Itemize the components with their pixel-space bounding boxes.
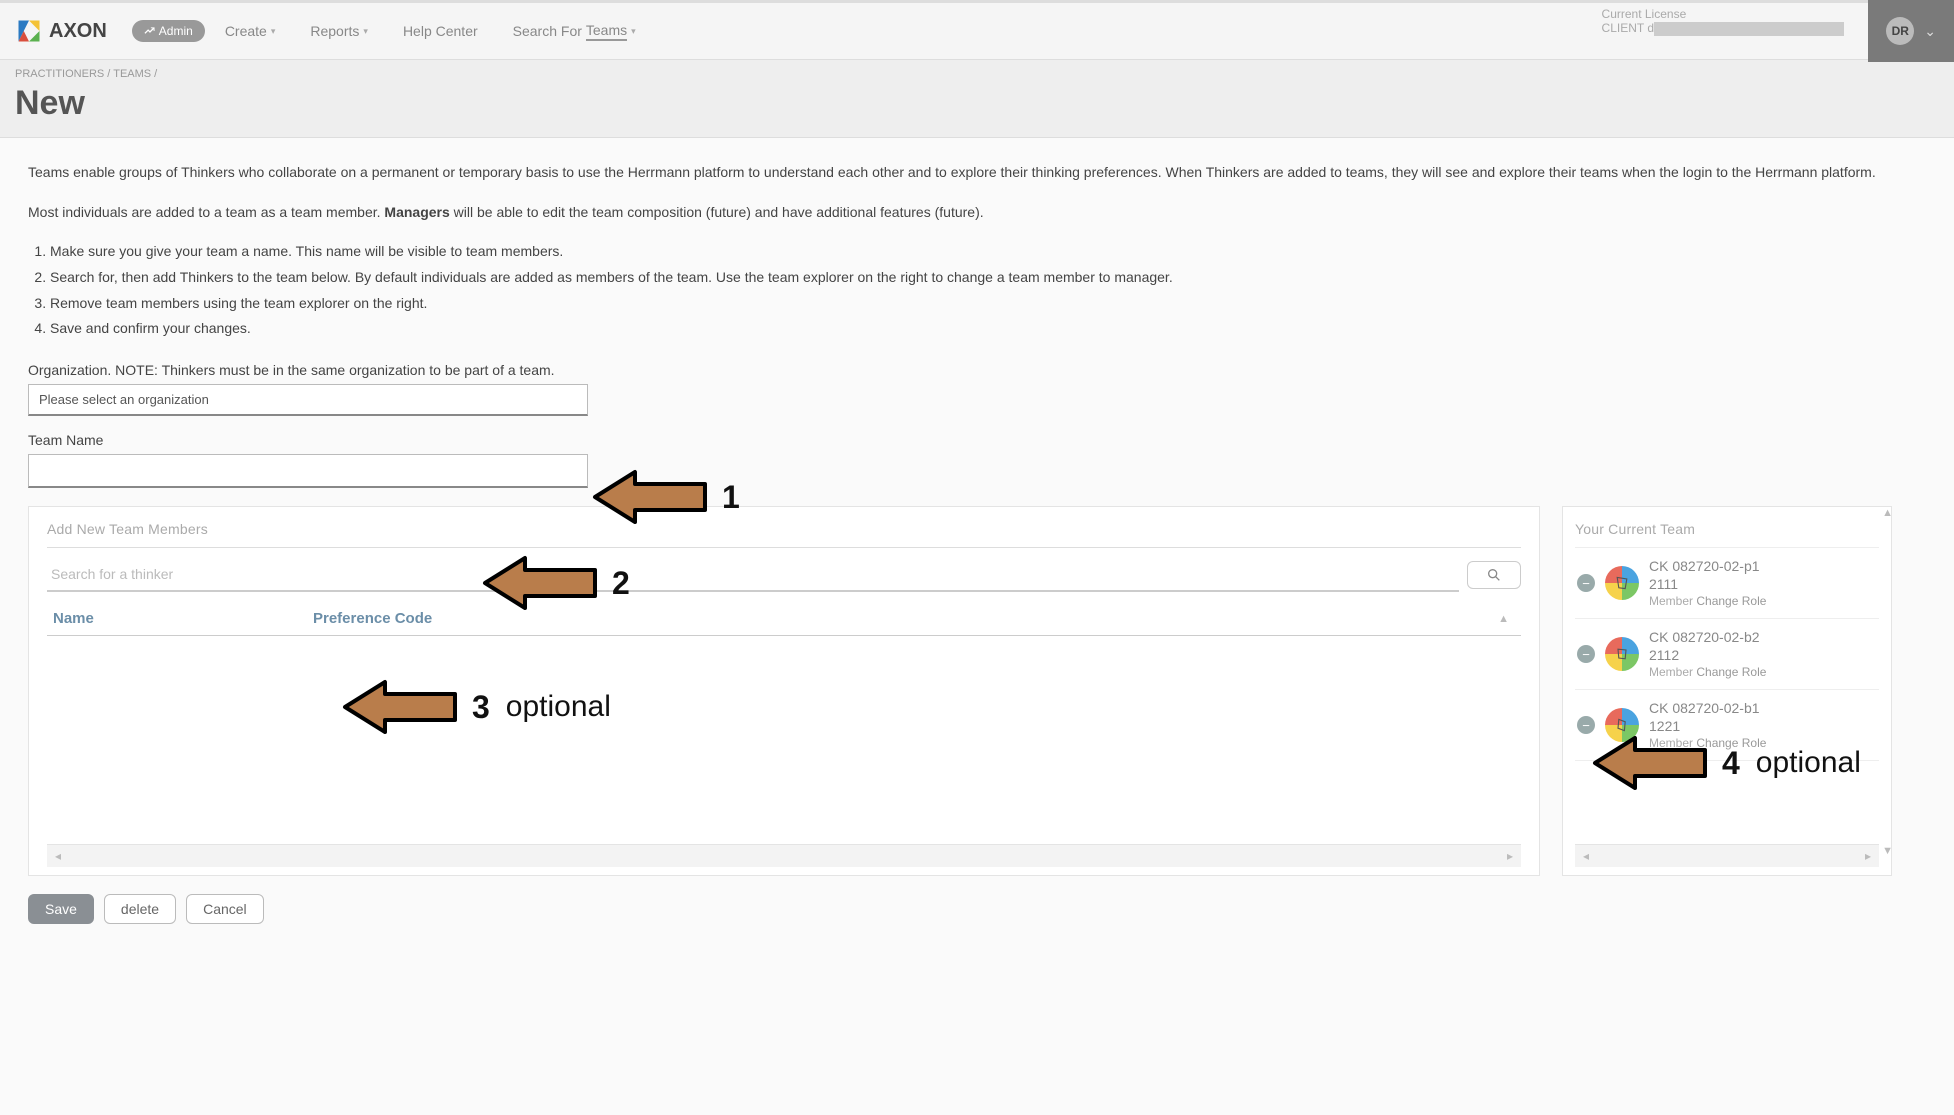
members-grid-footer: ◂ ▸ (47, 844, 1521, 867)
organization-field: Organization. NOTE: Thinkers must be in … (28, 362, 1892, 416)
intro-step: Make sure you give your team a name. Thi… (50, 241, 1892, 263)
admin-badge-label: Admin (159, 24, 193, 38)
user-menu[interactable]: DR ⌄ (1868, 0, 1954, 62)
member-role: Member Change Role (1649, 594, 1766, 608)
change-role-link[interactable]: Change Role (1696, 736, 1766, 750)
page-content: Teams enable groups of Thinkers who coll… (0, 138, 1920, 948)
grid-prev[interactable]: ◂ (55, 849, 61, 863)
license-label: Current License (1602, 7, 1844, 21)
member-role: Member Change Role (1649, 736, 1766, 750)
breadcrumb: PRACTITIONERS / TEAMS / (15, 68, 1939, 80)
current-team-list: − CK 082720-02-p1 2111 Member Change Rol… (1575, 547, 1879, 844)
profile-disc-icon (1605, 566, 1639, 600)
save-button[interactable]: Save (28, 894, 94, 924)
members-grid-header: Name Preference Code▲ (47, 602, 1521, 636)
sort-icon: ▲ (1498, 613, 1515, 625)
graph-icon (144, 26, 155, 37)
chevron-down-icon: ▾ (363, 26, 368, 37)
chevron-down-icon: ▾ (271, 26, 276, 37)
add-members-title: Add New Team Members (47, 521, 1521, 537)
chevron-down-icon: ▾ (631, 26, 636, 37)
team-name-label: Team Name (28, 432, 1892, 448)
current-team-panel: Your Current Team ▲ − CK 082720-02-p1 21… (1562, 506, 1892, 876)
team-list-footer: ◂ ▸ (1575, 844, 1879, 867)
page-title: New (15, 84, 1939, 123)
cancel-button[interactable]: Cancel (186, 894, 264, 924)
nav-create[interactable]: Create▾ (225, 22, 276, 41)
intro-paragraph-1: Teams enable groups of Thinkers who coll… (28, 162, 1892, 184)
nav-reports[interactable]: Reports▾ (310, 22, 368, 41)
thinker-search-input[interactable] (47, 558, 1459, 592)
member-preference-code: 2111 (1649, 576, 1766, 592)
form-actions: Save delete Cancel (28, 894, 1892, 924)
organization-select[interactable]: Please select an organization (28, 384, 588, 416)
profile-disc-icon (1605, 708, 1639, 742)
user-avatar: DR (1886, 17, 1914, 45)
member-role: Member Change Role (1649, 665, 1766, 679)
current-team-title: Your Current Team (1575, 521, 1879, 537)
main-nav: Create▾ Reports▾ Help Center Search For … (225, 22, 636, 41)
change-role-link[interactable]: Change Role (1696, 594, 1766, 608)
remove-member-button[interactable]: − (1577, 645, 1595, 663)
intro-step: Remove team members using the team explo… (50, 293, 1892, 315)
change-role-link[interactable]: Change Role (1696, 665, 1766, 679)
intro-step: Save and confirm your changes. (50, 318, 1892, 340)
delete-button[interactable]: delete (104, 894, 176, 924)
brand-logo-mark (15, 17, 43, 45)
brand-logo: AXON (15, 17, 107, 45)
team-list-prev[interactable]: ◂ (1583, 849, 1589, 863)
top-nav: AXON Admin Create▾ Reports▾ Help Center … (0, 0, 1954, 60)
license-client: CLIENT d (1602, 21, 1654, 35)
member-name: CK 082720-02-p1 (1649, 558, 1766, 574)
team-member-row: − CK 082720-02-b2 2112 Member Change Rol… (1575, 619, 1879, 690)
remove-member-button[interactable]: − (1577, 716, 1595, 734)
breadcrumb-practitioners[interactable]: PRACTITIONERS (15, 68, 104, 80)
team-name-field: Team Name (28, 432, 1892, 488)
admin-badge[interactable]: Admin (132, 20, 205, 42)
member-name: CK 082720-02-b1 (1649, 700, 1766, 716)
member-name: CK 082720-02-b2 (1649, 629, 1766, 645)
add-members-panel: Add New Team Members Name Preference Cod… (28, 506, 1540, 876)
team-name-input[interactable] (28, 454, 588, 488)
thinker-search-button[interactable] (1467, 561, 1521, 589)
col-header-name[interactable]: Name (47, 602, 307, 635)
license-masked (1654, 22, 1844, 36)
intro-step: Search for, then add Thinkers to the tea… (50, 267, 1892, 289)
organization-label: Organization. NOTE: Thinkers must be in … (28, 362, 1892, 378)
members-grid-body (47, 636, 1521, 844)
col-header-preference-code[interactable]: Preference Code▲ (307, 602, 1521, 635)
page-subheader: PRACTITIONERS / TEAMS / New (0, 60, 1954, 138)
breadcrumb-teams[interactable]: TEAMS (113, 68, 151, 80)
member-preference-code: 2112 (1649, 647, 1766, 663)
intro-steps-list: Make sure you give your team a name. Thi… (50, 241, 1892, 340)
team-list-next[interactable]: ▸ (1865, 849, 1871, 863)
team-member-row: − CK 082720-02-b1 1221 Member Change Rol… (1575, 690, 1879, 761)
scroll-up-icon[interactable]: ▲ (1882, 507, 1893, 519)
search-icon (1486, 567, 1502, 583)
panels-row: Add New Team Members Name Preference Cod… (28, 506, 1892, 876)
license-info: Current License CLIENT d (1602, 7, 1844, 36)
brand-name: AXON (49, 20, 107, 43)
profile-disc-icon (1605, 637, 1639, 671)
scroll-down-icon[interactable]: ▼ (1882, 845, 1893, 857)
nav-search-for[interactable]: Search For Teams▾ (513, 22, 636, 41)
intro-text: Teams enable groups of Thinkers who coll… (28, 162, 1892, 340)
team-member-row: − CK 082720-02-p1 2111 Member Change Rol… (1575, 548, 1879, 619)
grid-next[interactable]: ▸ (1507, 849, 1513, 863)
chevron-down-icon: ⌄ (1924, 23, 1936, 40)
member-preference-code: 1221 (1649, 718, 1766, 734)
nav-help-center[interactable]: Help Center (403, 22, 478, 41)
remove-member-button[interactable]: − (1577, 574, 1595, 592)
intro-paragraph-2: Most individuals are added to a team as … (28, 202, 1892, 224)
